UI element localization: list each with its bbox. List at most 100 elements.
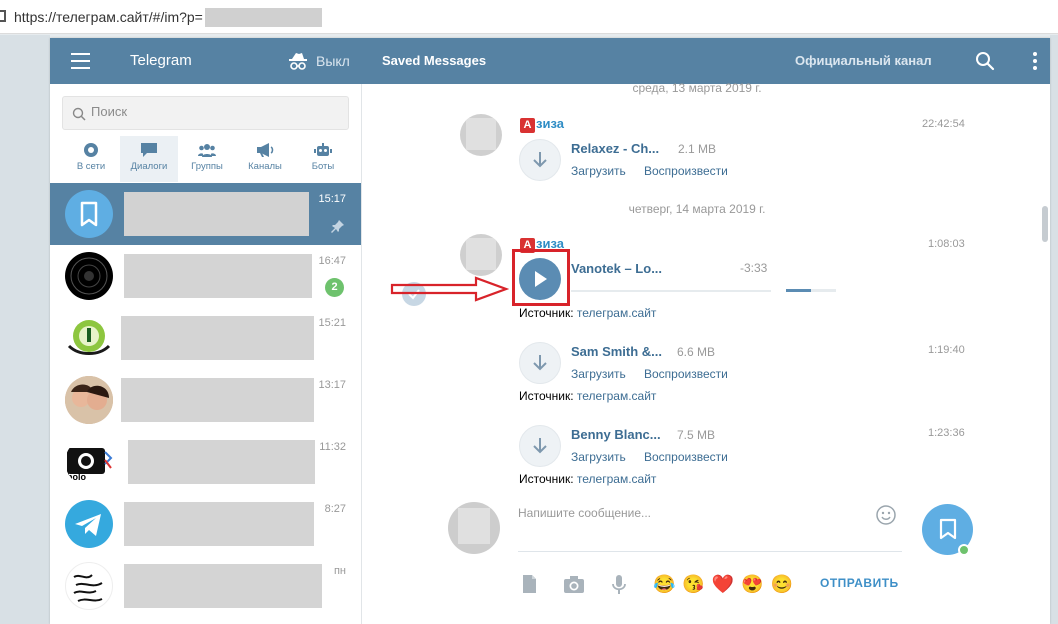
chat-name-redaction	[124, 502, 314, 546]
emoji-kiss[interactable]: 😘	[682, 573, 704, 595]
url-redaction	[205, 8, 322, 27]
volume-fill	[786, 289, 811, 292]
app-header: Telegram Выкл Saved Messages Официальный…	[50, 38, 1050, 84]
audio-file-name: Vanotek – Lo...	[571, 261, 663, 276]
more-vertical-icon[interactable]	[1030, 51, 1040, 71]
avatar	[65, 314, 113, 362]
filter-label: В сети	[76, 161, 106, 172]
avatar-caption: holo	[67, 472, 86, 482]
unread-badge: 2	[325, 278, 344, 297]
audio-progress-bar[interactable]	[571, 290, 771, 292]
source-link[interactable]: телеграм.сайт	[577, 472, 657, 486]
official-channel-link[interactable]: Официальный канал	[795, 53, 932, 68]
sender-avatar[interactable]	[460, 234, 502, 276]
chat-name-redaction	[124, 254, 312, 298]
chat-item-telegram[interactable]: 8:27	[50, 493, 361, 555]
incognito-label: Выкл	[316, 53, 350, 69]
search-icon[interactable]	[975, 51, 995, 71]
avatar	[65, 190, 113, 238]
chat-time: 13:17	[318, 379, 346, 391]
audio-file-name: Relaxez - Ch...	[571, 141, 660, 156]
url-text[interactable]: https://телеграм.сайт/#/im?p=	[14, 9, 203, 25]
peer-title[interactable]: Saved Messages	[382, 53, 486, 68]
avatar-image	[70, 257, 108, 295]
chat-time: 15:21	[318, 317, 346, 329]
incognito-icon	[289, 53, 307, 70]
search-input[interactable]	[91, 104, 341, 119]
bookmark-icon	[80, 201, 98, 227]
chat-name-redaction	[124, 564, 322, 608]
sender-avatar[interactable]	[460, 114, 502, 156]
my-avatar[interactable]	[448, 502, 500, 554]
play-link[interactable]: Воспроизвести	[644, 450, 728, 464]
download-button[interactable]	[519, 139, 561, 181]
chat-item[interactable]: 13:17	[50, 369, 361, 431]
download-button[interactable]	[519, 425, 561, 467]
chat-item-saved-messages[interactable]: 15:17	[50, 183, 361, 245]
download-link[interactable]: Загрузить	[571, 164, 626, 178]
play-link[interactable]: Воспроизвести	[644, 164, 728, 178]
chat-item[interactable]: 16:47 2	[50, 245, 361, 307]
play-icon	[535, 271, 547, 287]
telegram-app: Telegram Выкл Saved Messages Официальный…	[50, 38, 1050, 624]
download-link[interactable]: Загрузить	[571, 367, 626, 381]
send-button[interactable]: ОТПРАВИТЬ	[820, 576, 899, 590]
chat-name-redaction	[124, 192, 309, 236]
download-link[interactable]: Загрузить	[571, 450, 626, 464]
camera-icon[interactable]	[563, 573, 585, 595]
download-arrow-icon	[533, 355, 547, 371]
search-box[interactable]	[62, 96, 349, 130]
avatar-image	[73, 574, 103, 602]
source-link[interactable]: телеграм.сайт	[577, 306, 657, 320]
emoji-tears-of-joy[interactable]: 😂	[653, 573, 675, 595]
avatar	[65, 500, 113, 548]
filter-dialogs[interactable]: Диалоги	[120, 136, 178, 182]
chat-time: 11:32	[319, 441, 346, 453]
message-input[interactable]	[518, 504, 902, 552]
download-arrow-icon	[533, 438, 547, 454]
smiley-icon[interactable]	[875, 504, 897, 526]
chat-time: пн	[333, 565, 346, 577]
chat-history: среда, 13 марта 2019 г. Азиза 22:42:54 R…	[362, 81, 1050, 624]
source-link[interactable]: телеграм.сайт	[577, 389, 657, 403]
incognito-toggle[interactable]: Выкл	[288, 51, 350, 71]
emoji-heart[interactable]: ❤️	[712, 573, 734, 595]
date-separator: четверг, 14 марта 2019 г.	[628, 202, 766, 216]
lock-icon	[0, 10, 6, 22]
play-button[interactable]	[519, 258, 561, 300]
download-button[interactable]	[519, 342, 561, 384]
play-link[interactable]: Воспроизвести	[644, 367, 728, 381]
scrollbar-track[interactable]	[1040, 84, 1048, 494]
file-size: 7.5 MB	[677, 428, 716, 442]
chat-name-redaction	[121, 378, 314, 422]
chat-time: 8:27	[324, 503, 346, 515]
bot-icon	[314, 143, 332, 156]
filter-channels[interactable]: Каналы	[236, 136, 294, 182]
chat-item[interactable]: holo 11:32	[50, 431, 361, 493]
menu-icon[interactable]	[71, 53, 90, 69]
chat-time: 16:47	[318, 255, 346, 267]
pin-icon	[331, 220, 344, 233]
avatar-image	[65, 376, 113, 424]
volume-bar[interactable]	[786, 289, 836, 292]
chat-time: 15:17	[318, 193, 346, 205]
filter-online[interactable]: В сети	[62, 136, 120, 182]
emoji-heart-eyes[interactable]: 😍	[741, 573, 763, 595]
attach-file-icon[interactable]	[518, 573, 540, 595]
filter-groups[interactable]: Группы	[178, 136, 236, 182]
chat-item[interactable]: пн	[50, 555, 361, 617]
avatar	[65, 562, 113, 610]
dialog-filters: В сети Диалоги Группы Каналы Боты	[62, 136, 352, 182]
filter-bots[interactable]: Боты	[294, 136, 352, 182]
background-pattern	[0, 35, 50, 624]
compose-toolbar: 😂 😘 ❤️ 😍 😊	[518, 572, 800, 596]
emoji-smile[interactable]: 😊	[771, 573, 793, 595]
browser-url-bar[interactable]: https://телеграм.сайт/#/im?p=	[0, 0, 1058, 34]
scrollbar-thumb[interactable]	[1042, 206, 1048, 242]
chat-item[interactable]: 15:21	[50, 307, 361, 369]
background-pattern-right	[1050, 35, 1058, 624]
filter-label: Боты	[311, 161, 335, 172]
microphone-icon[interactable]	[608, 573, 630, 595]
message-time: 22:42:54	[922, 118, 965, 130]
message-author[interactable]: Азиза	[520, 116, 564, 133]
